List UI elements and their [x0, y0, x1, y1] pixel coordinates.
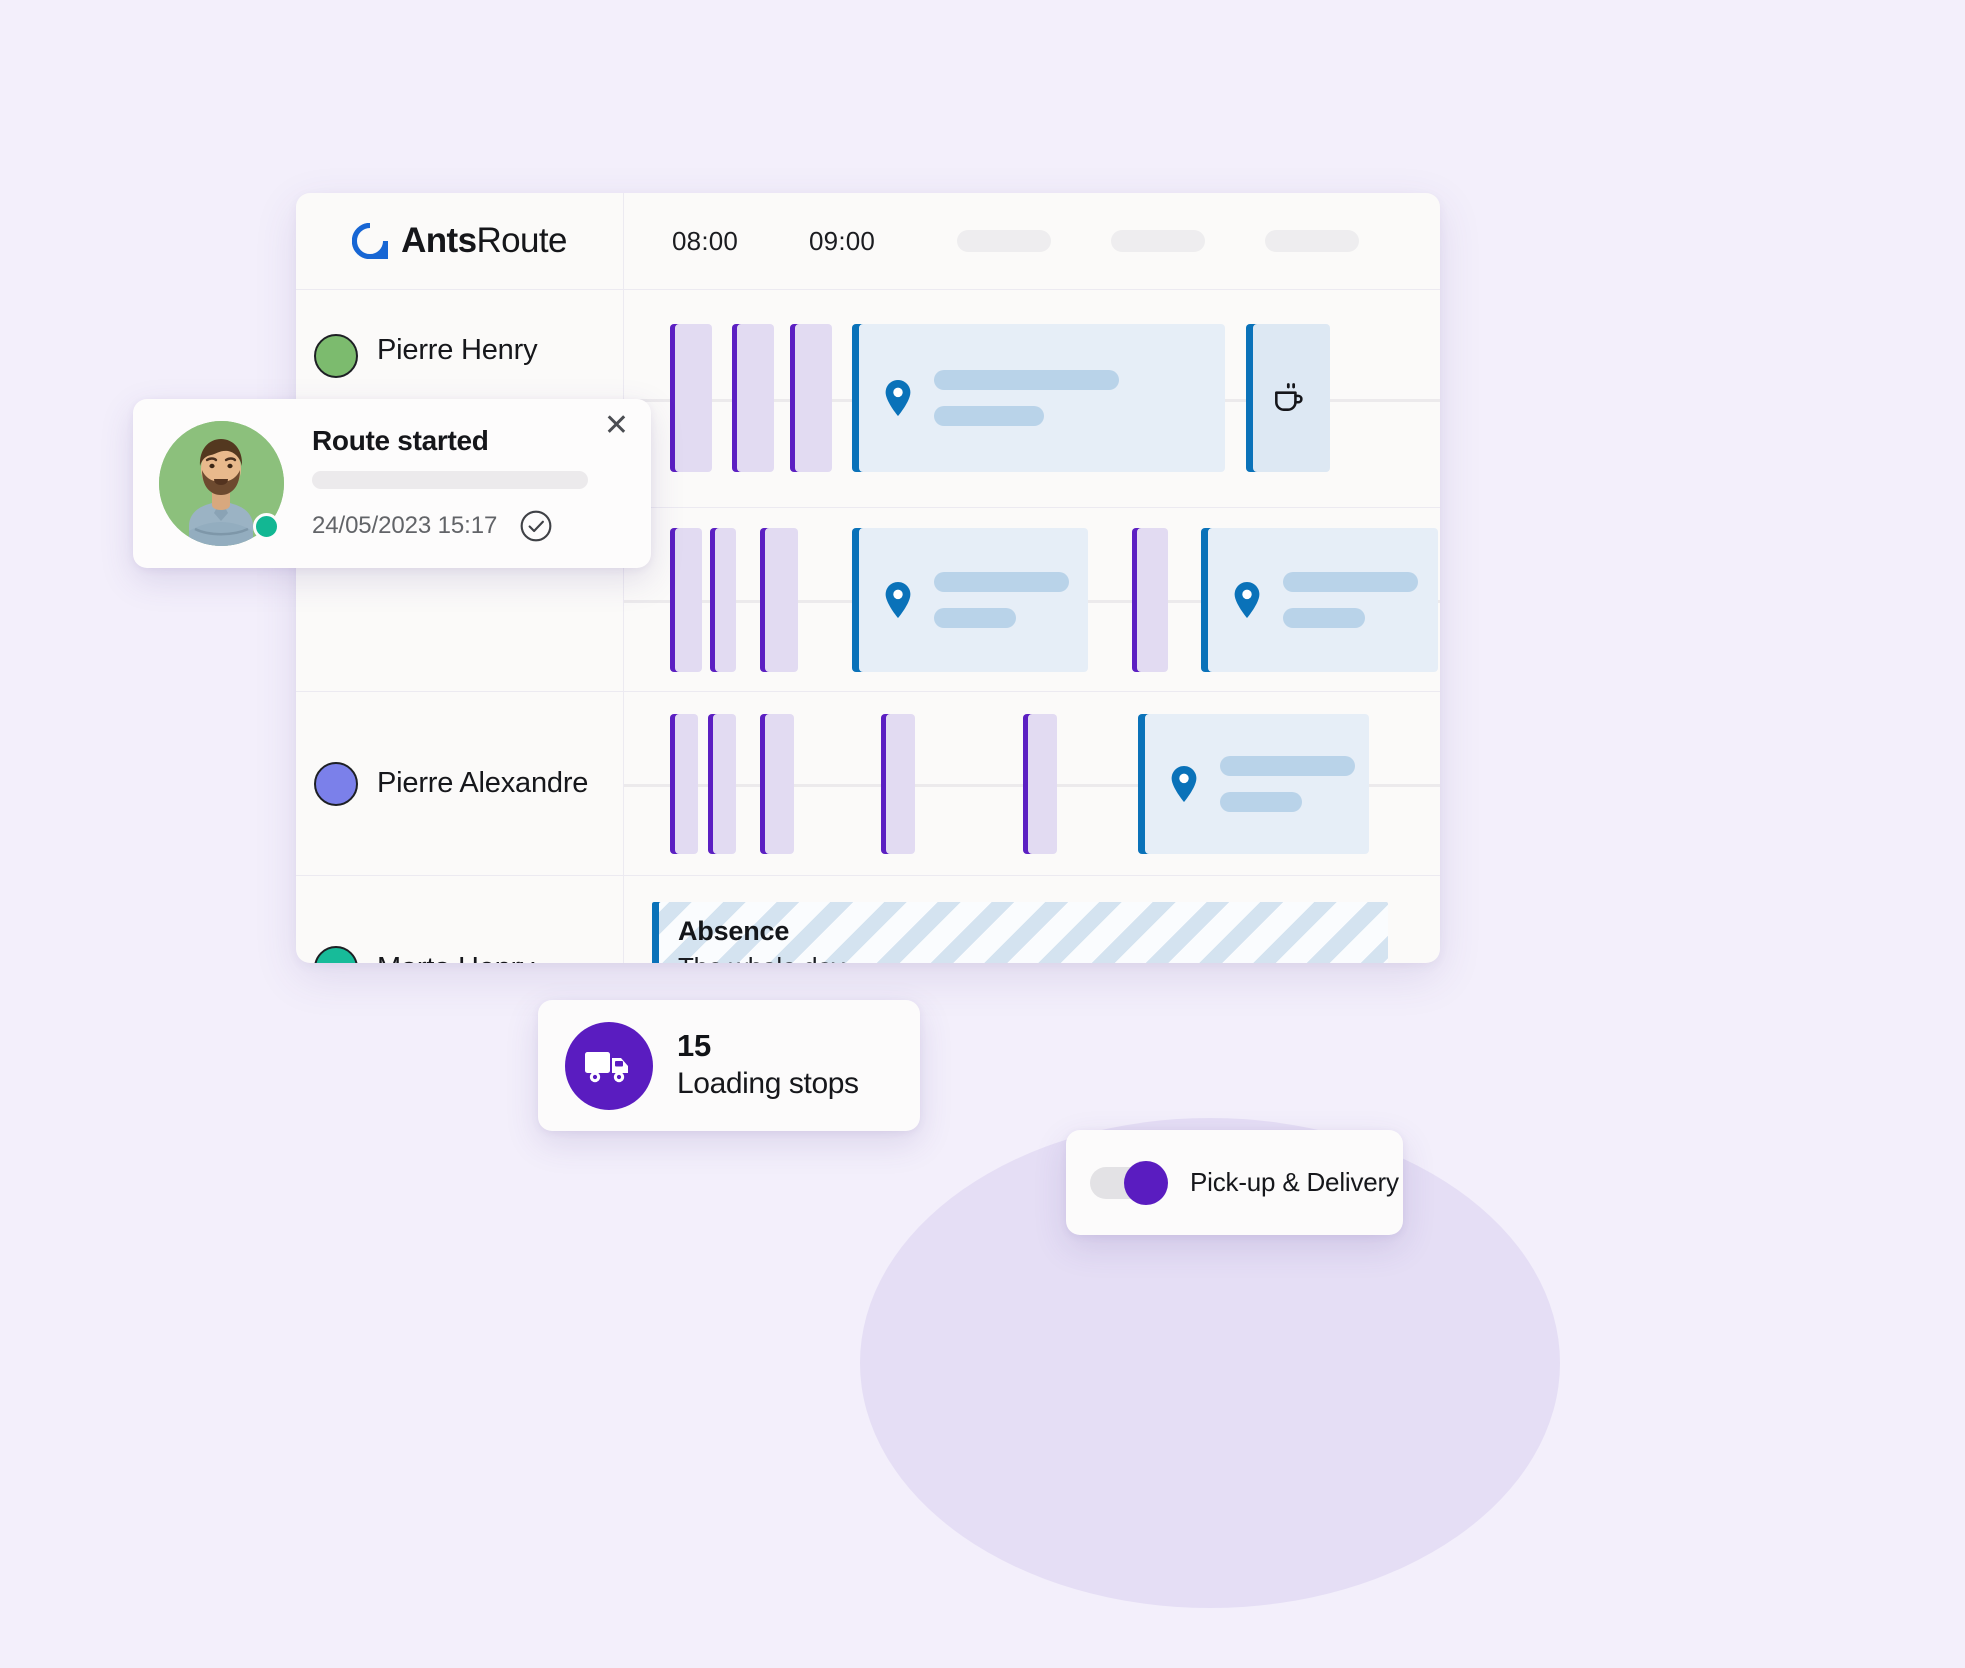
route-scheduler-panel: AntsRoute Pierre Henry Pierre Alexandre …	[296, 193, 1440, 963]
loading-block[interactable]	[670, 528, 702, 672]
loading-block[interactable]	[1132, 528, 1168, 672]
driver-name-label: Pierre Henry	[377, 334, 538, 366]
timeline-row-3	[624, 692, 1440, 876]
timeline-row-4: Absence The whole day	[624, 876, 1440, 963]
time-tick-placeholder	[1265, 230, 1359, 252]
task-line	[934, 370, 1119, 390]
pickup-delivery-toggle[interactable]	[1090, 1160, 1168, 1205]
timeline-row-1	[624, 290, 1440, 508]
loading-block[interactable]	[710, 528, 736, 672]
loading-stops-count: 15	[677, 1028, 711, 1064]
task-line	[1283, 608, 1365, 628]
loading-block[interactable]	[881, 714, 915, 854]
loading-stops-label: Loading stops	[677, 1066, 859, 1100]
loading-block[interactable]	[760, 714, 794, 854]
task-line	[1220, 792, 1302, 812]
notification-body: Route started 24/05/2023 15:17	[312, 425, 651, 543]
task-line	[1220, 756, 1355, 776]
brand-name-bold: Ants	[401, 221, 477, 260]
task-block[interactable]	[852, 324, 1225, 472]
close-icon[interactable]: ✕	[604, 411, 629, 441]
timeline-header: 08:00 09:00	[624, 193, 1440, 290]
driver-row-marta-henry[interactable]: Marta Henry	[296, 876, 623, 963]
app-title: AntsRoute	[401, 221, 567, 261]
driver-avatar-dot	[314, 334, 358, 378]
task-line	[1283, 572, 1418, 592]
truck-icon-badge	[565, 1021, 653, 1110]
notification-placeholder-bar	[312, 470, 588, 489]
driver-avatar-dot	[314, 946, 358, 963]
brand-name-light: Route	[476, 221, 567, 260]
absence-block[interactable]: Absence The whole day	[652, 902, 1388, 963]
driver-name-label: Pierre Alexandre	[377, 767, 589, 799]
task-line	[934, 608, 1016, 628]
task-placeholder-lines	[1283, 572, 1418, 628]
loading-block[interactable]	[760, 528, 798, 672]
delivery-truck-icon	[585, 1051, 628, 1082]
loading-block[interactable]	[670, 324, 712, 472]
loading-stops-card[interactable]: 15 Loading stops	[538, 1000, 920, 1131]
driver-name-label: Marta Henry	[377, 952, 535, 964]
driver-avatar-dot	[314, 761, 358, 806]
check-circle-icon	[520, 510, 552, 541]
loading-stops-text: 15 Loading stops	[677, 1030, 859, 1101]
loading-block[interactable]	[708, 714, 736, 854]
map-pin-icon	[885, 380, 911, 416]
loading-block[interactable]	[790, 324, 832, 472]
task-line	[934, 406, 1044, 426]
app-logo[interactable]: AntsRoute	[296, 193, 623, 290]
task-block[interactable]	[1201, 528, 1438, 672]
timeline-row-2	[624, 508, 1440, 692]
toggle-label: Pick-up & Delivery	[1190, 1167, 1399, 1197]
break-block[interactable]	[1246, 324, 1330, 472]
time-tick-placeholder	[1111, 230, 1205, 252]
absence-subtitle: The whole day	[678, 952, 845, 963]
timeline-column: 08:00 09:00 Absence	[624, 193, 1440, 963]
map-pin-icon	[1234, 582, 1260, 618]
driver-row-pierre-alexandre[interactable]: Pierre Alexandre	[296, 692, 623, 876]
task-block[interactable]	[1138, 714, 1369, 854]
coffee-cup-icon	[1275, 383, 1303, 411]
notification-timestamp: 24/05/2023 15:17	[312, 511, 498, 539]
task-placeholder-lines	[1220, 756, 1355, 812]
absence-text: Absence The whole day	[678, 916, 845, 963]
loading-block[interactable]	[1023, 714, 1057, 854]
task-placeholder-lines	[934, 370, 1119, 426]
antsroute-drop-logo-icon	[352, 223, 389, 259]
toggle-knob	[1124, 1160, 1168, 1205]
online-status-dot	[253, 513, 280, 540]
map-pin-icon	[885, 582, 911, 618]
absence-title: Absence	[678, 916, 790, 946]
time-tick-0900: 09:00	[809, 225, 876, 256]
notification-title: Route started	[312, 424, 489, 456]
pickup-delivery-toggle-card[interactable]: Pick-up & Delivery	[1066, 1130, 1403, 1235]
driver-list-column: AntsRoute Pierre Henry Pierre Alexandre …	[296, 193, 624, 963]
loading-block[interactable]	[670, 714, 698, 854]
avatar	[159, 421, 284, 546]
time-tick-placeholder	[957, 230, 1051, 252]
task-line	[934, 572, 1069, 592]
time-tick-0800: 08:00	[672, 225, 739, 256]
map-pin-icon	[1171, 766, 1197, 802]
loading-block[interactable]	[732, 324, 774, 472]
task-placeholder-lines	[934, 572, 1069, 628]
task-block[interactable]	[852, 528, 1088, 672]
notification-footer: 24/05/2023 15:17	[312, 509, 629, 543]
route-started-notification-card[interactable]: Route started 24/05/2023 15:17 ✕	[133, 399, 651, 568]
